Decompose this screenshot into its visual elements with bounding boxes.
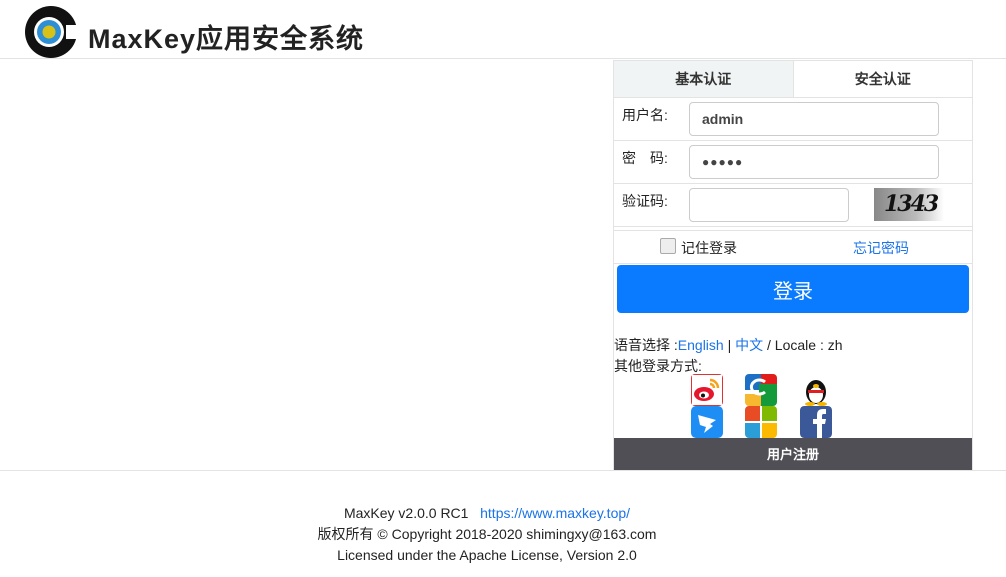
remember-label: 记住登录 xyxy=(681,238,737,258)
chinese-link[interactable]: 中文 xyxy=(735,337,763,353)
separator: | xyxy=(724,337,735,353)
footer-divider xyxy=(0,470,1006,471)
google-login-icon[interactable] xyxy=(745,374,777,406)
username-label: 用户名: xyxy=(622,105,668,125)
password-label: 密 码: xyxy=(622,148,668,168)
forgot-password-link[interactable]: 忘记密码 xyxy=(853,238,909,258)
english-link[interactable]: English xyxy=(678,337,724,353)
footer: MaxKey v2.0.0 RC1 https://www.maxkey.top… xyxy=(0,503,974,566)
qq-login-icon[interactable] xyxy=(800,374,832,406)
tab-basic-auth[interactable]: 基本认证 xyxy=(614,61,794,97)
website-link[interactable]: https://www.maxkey.top/ xyxy=(480,505,630,521)
login-panel: 基本认证 安全认证 用户名: admin 密 码: ●●●●● 验证码: 134… xyxy=(613,60,973,470)
tab-secure-auth[interactable]: 安全认证 xyxy=(794,61,973,97)
version-text: MaxKey v2.0.0 RC1 xyxy=(344,505,469,521)
license-text: Licensed under the Apache License, Versi… xyxy=(0,545,974,566)
captcha-image[interactable]: 1343 xyxy=(874,188,944,221)
facebook-login-icon[interactable] xyxy=(800,406,832,438)
locale-text: / Locale : zh xyxy=(763,337,842,353)
weibo-login-icon[interactable] xyxy=(691,374,723,406)
register-button[interactable]: 用户注册 xyxy=(614,438,972,471)
password-input[interactable]: ●●●●● xyxy=(689,145,939,179)
app-title: MaxKey应用安全系统 xyxy=(88,17,364,56)
captcha-label: 验证码: xyxy=(622,191,668,211)
dingtalk-login-icon[interactable] xyxy=(691,406,723,438)
login-button[interactable]: 登录 xyxy=(617,265,969,313)
microsoft-login-icon[interactable] xyxy=(745,406,777,438)
captcha-input[interactable] xyxy=(689,188,849,222)
remember-checkbox[interactable] xyxy=(660,238,676,254)
language-selector: 语音选择 :English | 中文 / Locale : zh xyxy=(614,335,843,355)
copyright-text: 版权所有 © Copyright 2018-2020 shimingxy@163… xyxy=(0,524,974,545)
username-input[interactable]: admin xyxy=(689,102,939,136)
maxkey-logo-icon xyxy=(24,5,78,59)
language-label: 语音选择 : xyxy=(614,337,678,353)
header: MaxKey应用安全系统 xyxy=(0,0,1006,59)
other-login-label: 其他登录方式: xyxy=(614,356,702,376)
